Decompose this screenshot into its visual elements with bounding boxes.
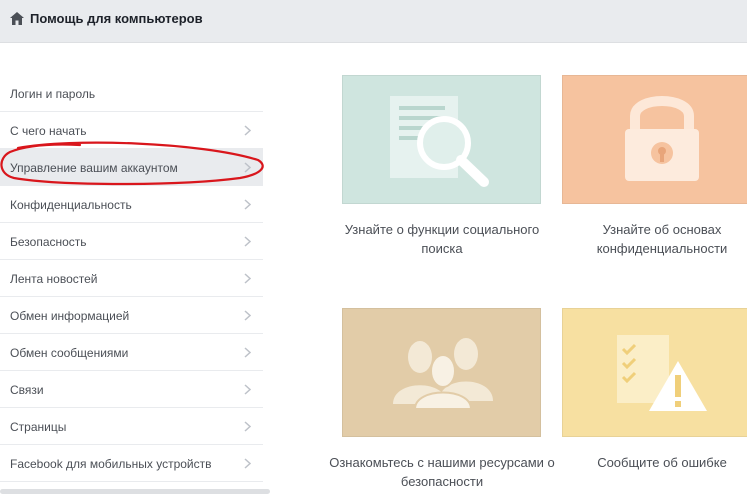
sidebar-item-sharing[interactable]: Обмен информацией — [0, 297, 263, 334]
sidebar-item-security[interactable]: Безопасность — [0, 223, 263, 260]
sidebar-item-label: С чего начать — [10, 124, 87, 138]
chevron-right-icon — [244, 347, 251, 358]
chevron-right-icon — [244, 421, 251, 432]
checklist-warning-icon — [617, 335, 707, 411]
social-search-tile[interactable] — [342, 75, 541, 204]
security-resources-caption[interactable]: Ознакомьтесь с нашими ресурсами о безопа… — [327, 453, 557, 491]
people-silhouettes-icon — [393, 338, 493, 410]
report-problem-tile[interactable] — [562, 308, 747, 437]
sidebar-item-manage-account[interactable]: Управление вашим аккаунтом — [0, 149, 263, 186]
chevron-right-icon — [244, 310, 251, 321]
sidebar-item-messaging[interactable]: Обмен сообщениями — [0, 334, 263, 371]
chevron-right-icon — [244, 199, 251, 210]
sidebar-scrollbar[interactable] — [0, 489, 270, 494]
sidebar-item-login-password[interactable]: Логин и пароль — [0, 75, 263, 112]
sidebar-item-label: Обмен информацией — [10, 309, 130, 323]
security-resources-tile[interactable] — [342, 308, 541, 437]
report-problem-caption[interactable]: Сообщите об ошибке — [547, 453, 747, 472]
sidebar-item-label: Страницы — [10, 420, 67, 434]
privacy-tile[interactable] — [562, 75, 747, 204]
page-title: Помощь для компьютеров — [30, 11, 203, 26]
chevron-right-icon — [244, 125, 251, 136]
sidebar-item-label: Управление вашим аккаунтом — [10, 161, 178, 175]
magnifier-document-icon — [390, 96, 489, 187]
sidebar-item-privacy[interactable]: Конфиденциальность — [0, 186, 263, 223]
sidebar-item-label: Лента новостей — [10, 272, 98, 286]
top-bar: Помощь для компьютеров — [0, 0, 747, 43]
sidebar-item-label: Facebook для мобильных устройств — [10, 457, 212, 471]
social-search-caption[interactable]: Узнайте о функции социального поиска — [327, 220, 557, 258]
chevron-right-icon — [244, 273, 251, 284]
chevron-right-icon — [244, 162, 251, 173]
padlock-icon — [625, 96, 699, 181]
sidebar-item-label: Связи — [10, 383, 44, 397]
sidebar-item-label: Конфиденциальность — [10, 198, 132, 212]
sidebar-item-getting-started[interactable]: С чего начать — [0, 112, 263, 149]
chevron-right-icon — [244, 458, 251, 469]
sidebar-item-label: Безопасность — [10, 235, 87, 249]
sidebar-item-news-feed[interactable]: Лента новостей — [0, 260, 263, 297]
sidebar-item-label: Логин и пароль — [10, 87, 96, 101]
privacy-caption[interactable]: Узнайте об основах конфиденциальности — [547, 220, 747, 258]
sidebar-item-label: Обмен сообщениями — [10, 346, 129, 360]
chevron-right-icon — [244, 236, 251, 247]
chevron-right-icon — [244, 384, 251, 395]
sidebar-nav: Логин и пароль С чего начать Управление … — [0, 75, 263, 482]
home-icon[interactable] — [10, 12, 24, 25]
sidebar-item-pages[interactable]: Страницы — [0, 408, 263, 445]
sidebar-item-connections[interactable]: Связи — [0, 371, 263, 408]
sidebar-item-mobile[interactable]: Facebook для мобильных устройств — [0, 445, 263, 482]
